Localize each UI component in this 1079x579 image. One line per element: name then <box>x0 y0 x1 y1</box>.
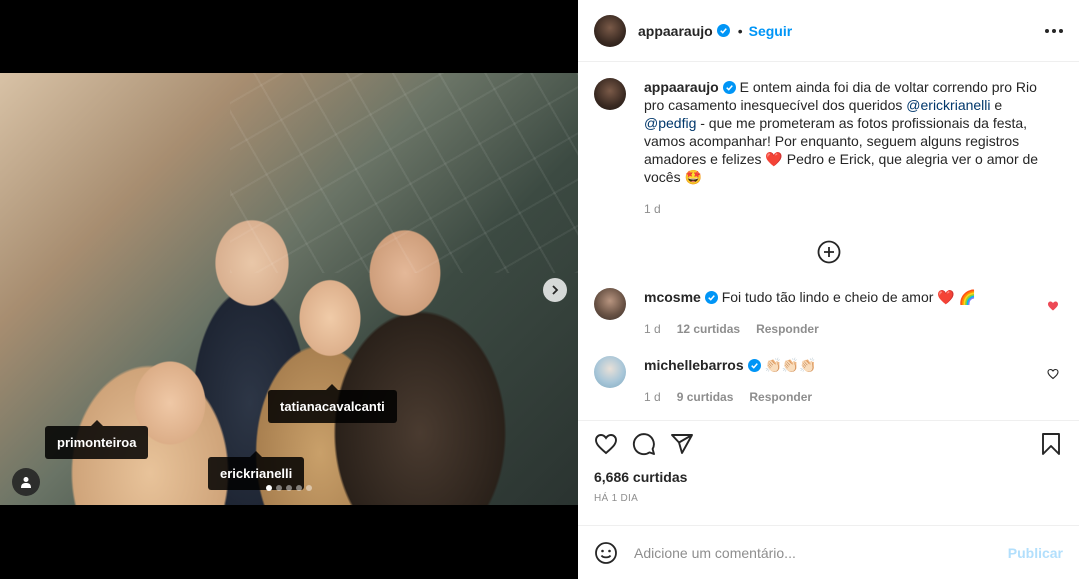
post-photo[interactable]: primonteiroa tatianacavalcanti erickrian… <box>0 73 578 505</box>
comment-emoji: 👏🏻👏🏻👏🏻 <box>764 357 817 373</box>
caption-meta: 1 d <box>644 200 1044 218</box>
bookmark-icon[interactable] <box>1039 432 1063 456</box>
carousel-indicator <box>266 485 312 491</box>
user-icon <box>21 477 31 488</box>
verified-badge-icon <box>716 24 730 37</box>
caption-time: 1 d <box>644 202 661 216</box>
commenter-username[interactable]: michellebarros <box>644 357 744 373</box>
heart-emoji: ❤️ <box>765 151 783 167</box>
comment-item: michellebarros 👏🏻👏🏻👏🏻 1 d 9 curtidas Res… <box>594 356 1063 406</box>
mention-erickrianelli[interactable]: @erickrianelli <box>906 97 990 113</box>
comment-time: 1 d <box>644 322 661 336</box>
comment-item: mcosme Foi tudo tão lindo e cheio de amo… <box>594 288 1063 338</box>
post-details-panel: appaaraujo • Seguir appaaraujo E ontem a… <box>578 0 1079 579</box>
user-tag-primonteiroa[interactable]: primonteiroa <box>45 420 149 459</box>
comment-likes[interactable]: 9 curtidas <box>677 388 734 406</box>
star-struck-emoji: 🤩 <box>684 169 702 185</box>
comment-emoji: ❤️ 🌈 <box>937 289 977 305</box>
caption-avatar[interactable] <box>594 78 626 110</box>
carousel-dot <box>296 485 302 491</box>
plus-circle-icon <box>817 240 840 264</box>
comment-icon[interactable] <box>632 432 656 456</box>
carousel-dot <box>266 485 272 491</box>
comment-text: Foi tudo tão lindo e cheio de amor <box>717 289 938 305</box>
follow-button[interactable]: Seguir <box>749 23 793 39</box>
share-icon[interactable] <box>670 432 694 456</box>
comments-list[interactable]: appaaraujo E ontem ainda foi dia de volt… <box>578 62 1079 412</box>
comment-likes[interactable]: 12 curtidas <box>677 320 740 338</box>
post-actions: 6,686 curtidas HÁ 1 DIA <box>578 420 1079 504</box>
comment-time: 1 d <box>644 390 661 404</box>
like-heart-icon[interactable] <box>594 432 618 456</box>
action-bar <box>594 421 1063 467</box>
comment-like-heart-icon[interactable] <box>1047 368 1059 380</box>
publish-button[interactable]: Publicar <box>1008 545 1063 561</box>
more-dot-icon <box>1045 28 1049 33</box>
comment-meta: 1 d 9 curtidas Responder <box>644 388 817 406</box>
caption-username[interactable]: appaaraujo <box>644 79 719 95</box>
post-time: HÁ 1 DIA <box>594 493 639 504</box>
carousel-dot <box>306 485 312 491</box>
greenhouse-roof <box>230 73 578 273</box>
tagged-users-button[interactable] <box>12 468 40 496</box>
chevron-right-icon <box>552 285 559 295</box>
reply-button[interactable]: Responder <box>749 388 812 406</box>
more-dot-icon <box>1059 28 1063 33</box>
commenter-username[interactable]: mcosme <box>644 289 701 305</box>
verified-badge-icon <box>747 359 761 372</box>
header-separator: • <box>737 22 743 39</box>
caption-segment: e <box>990 97 1003 113</box>
more-dot-icon <box>1052 28 1056 33</box>
emoji-icon[interactable] <box>594 541 618 565</box>
caption-text: appaaraujo E ontem ainda foi dia de volt… <box>644 78 1044 186</box>
load-more-comments-button[interactable] <box>594 240 1063 264</box>
verified-badge-icon <box>722 81 736 94</box>
commenter-avatar[interactable] <box>594 356 626 388</box>
carousel-dot <box>276 485 282 491</box>
verified-badge-icon <box>704 291 718 304</box>
more-options-button[interactable] <box>1045 28 1063 33</box>
post-header: appaaraujo • Seguir <box>578 0 1079 62</box>
comment-input[interactable]: Adicione um comentário... <box>634 545 1008 561</box>
user-tag-tatianacavalcanti[interactable]: tatianacavalcanti <box>268 384 397 423</box>
likes-count[interactable]: 6,686 curtidas <box>594 469 1063 485</box>
comment-like-heart-icon[interactable] <box>1047 300 1059 312</box>
reply-button[interactable]: Responder <box>756 320 819 338</box>
caption: appaaraujo E ontem ainda foi dia de volt… <box>594 78 1063 218</box>
commenter-avatar[interactable] <box>594 288 626 320</box>
post-media: primonteiroa tatianacavalcanti erickrian… <box>0 0 578 579</box>
author-username[interactable]: appaaraujo <box>638 23 713 39</box>
carousel-next-button[interactable] <box>543 278 567 302</box>
add-comment-bar: Adicione um comentário... Publicar <box>578 525 1079 579</box>
comment-meta: 1 d 12 curtidas Responder <box>644 320 976 338</box>
author-avatar[interactable] <box>594 14 626 47</box>
mention-pedfig[interactable]: @pedfig <box>644 115 696 131</box>
carousel-dot <box>286 485 292 491</box>
